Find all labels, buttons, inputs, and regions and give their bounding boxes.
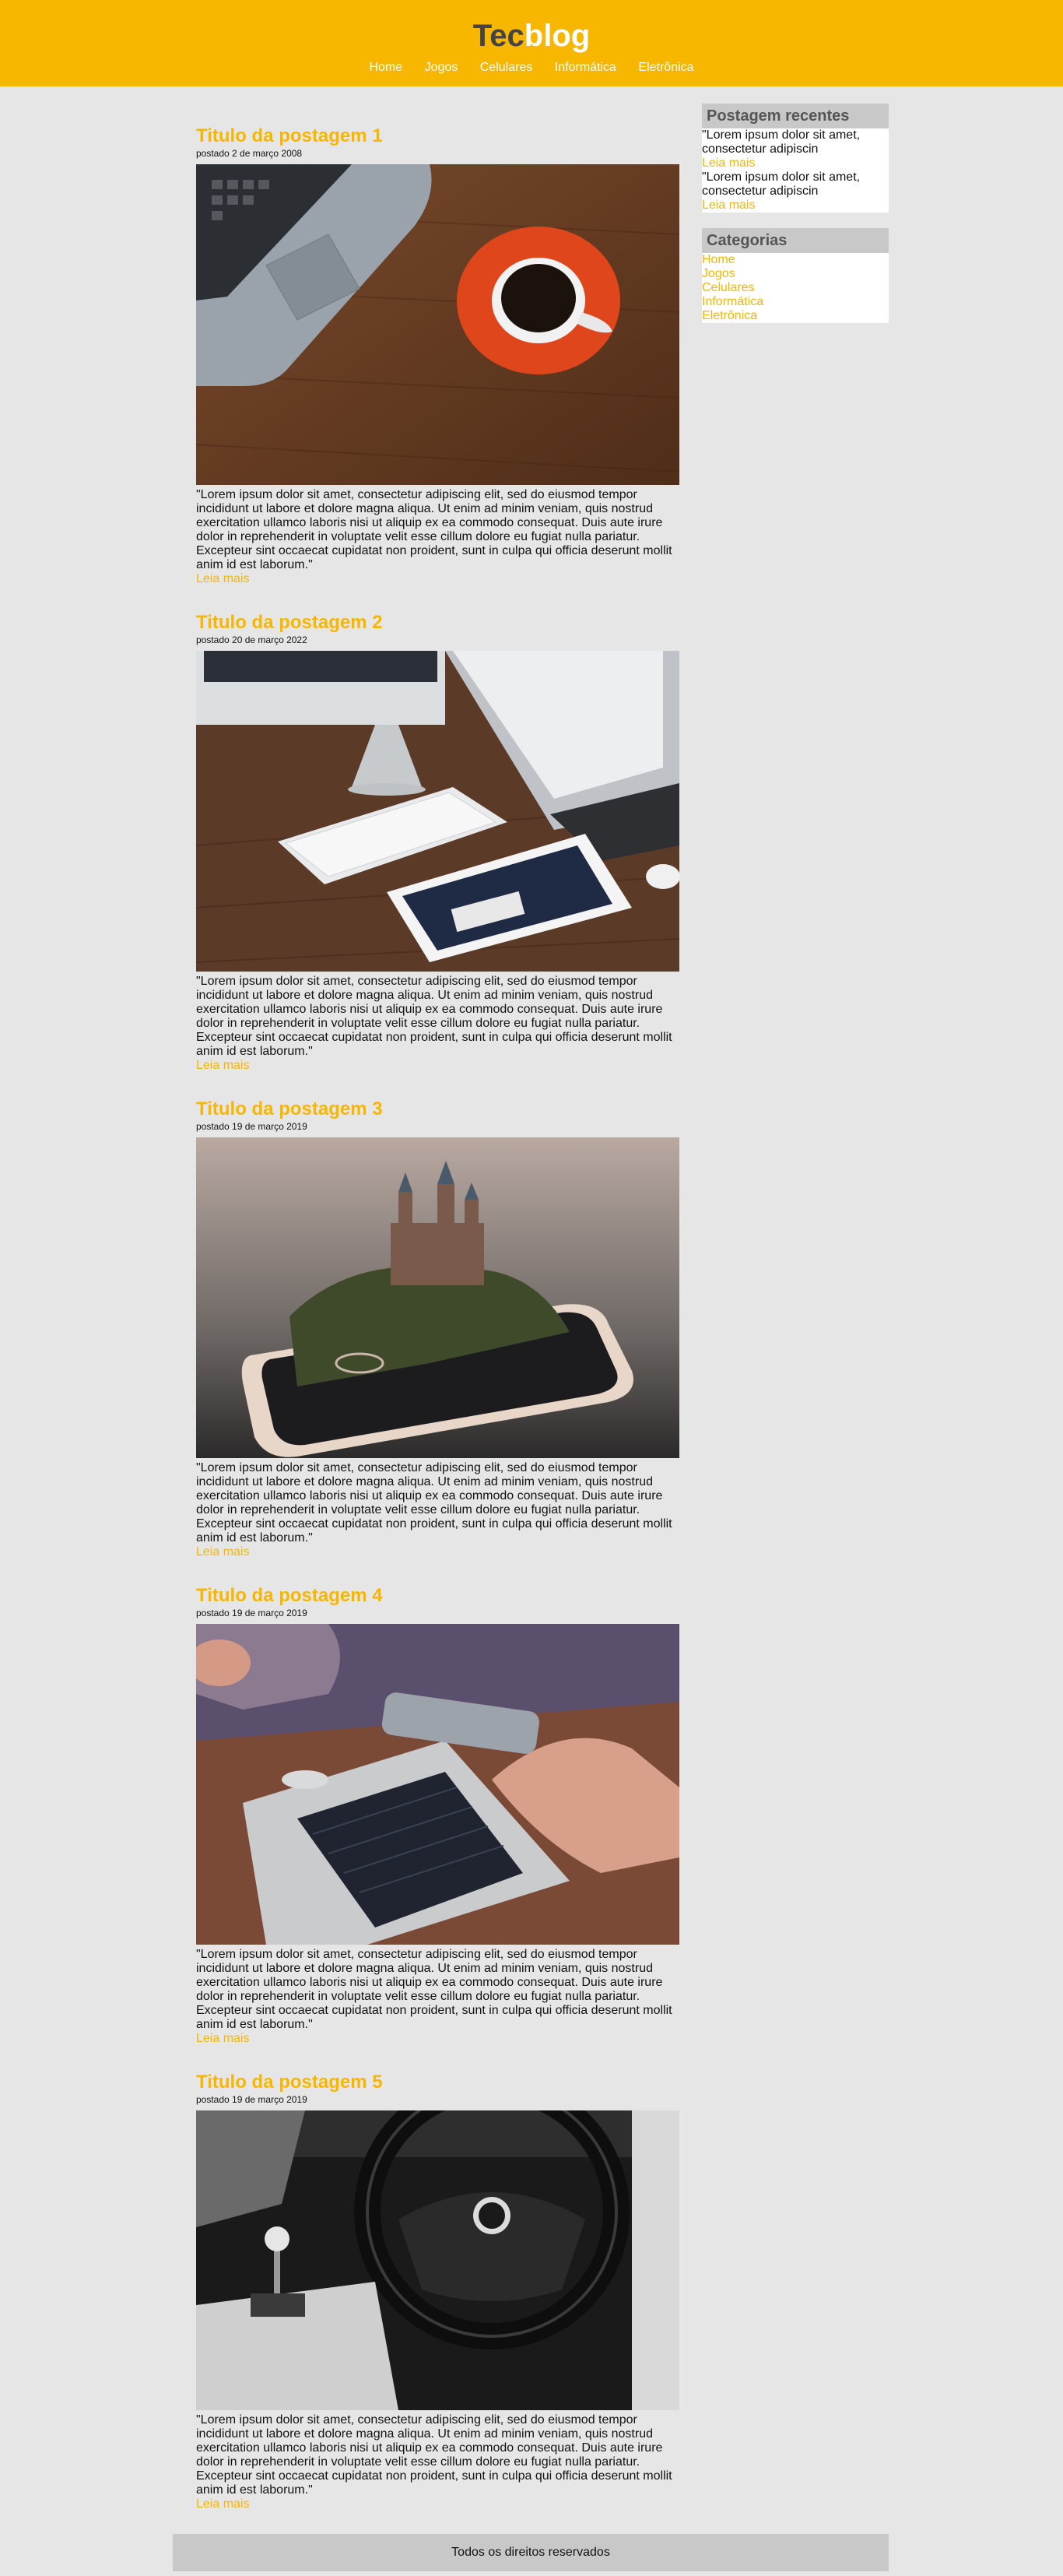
category-eletronica[interactable]: Eletrônica: [702, 309, 889, 323]
post-excerpt: "Lorem ipsum dolor sit amet, consectetur…: [196, 975, 672, 1058]
read-more-link[interactable]: Leia mais: [196, 2497, 679, 2511]
nav-jogos[interactable]: Jogos: [425, 61, 458, 74]
post-2: Titulo da postagem 2 postado 20 de março…: [196, 611, 679, 1073]
nav-informatica[interactable]: Informática: [555, 61, 616, 74]
post-excerpt: "Lorem ipsum dolor sit amet, consectetur…: [196, 2413, 672, 2497]
post-title[interactable]: Titulo da postagem 4: [196, 1584, 679, 1608]
read-more-link[interactable]: Leia mais: [196, 1545, 679, 1559]
site-header: Tecblog Home Jogos Celulares Informática…: [0, 0, 1063, 86]
post-4: Titulo da postagem 4 postado 19 de março…: [196, 1584, 679, 2046]
post-excerpt: "Lorem ipsum dolor sit amet, consectetur…: [196, 488, 672, 571]
post-date: postado 20 de março 2022: [196, 634, 307, 645]
nav-eletronica[interactable]: Eletrônica: [638, 61, 693, 74]
footer-copyright: Todos os direitos reservados: [451, 2546, 610, 2559]
post-date: postado 19 de março 2019: [196, 1608, 307, 1618]
post-date: postado 19 de março 2019: [196, 2094, 307, 2105]
recent-post-excerpt: "Lorem ipsum dolor sit amet, consectetur…: [702, 128, 861, 156]
post-image-imac-devices: [196, 651, 679, 972]
post-excerpt: "Lorem ipsum dolor sit amet, consectetur…: [196, 1948, 672, 2031]
recent-posts-widget: Postagem recentes "Lorem ipsum dolor sit…: [702, 104, 889, 213]
read-more-link[interactable]: Leia mais: [196, 1059, 679, 1073]
post-title[interactable]: Titulo da postagem 2: [196, 611, 679, 634]
post-image-hand-phone-laptop: [196, 1624, 679, 1945]
post-title[interactable]: Titulo da postagem 5: [196, 2071, 679, 2094]
post-1: Titulo da postagem 1 postado 2 de março …: [196, 125, 679, 586]
categories-widget: Categorias Home Jogos Celulares Informát…: [702, 228, 889, 323]
category-jogos[interactable]: Jogos: [702, 267, 889, 281]
post-5: Titulo da postagem 5 postado 19 de março…: [196, 2071, 679, 2511]
recent-read-more-link[interactable]: Leia mais: [702, 156, 889, 170]
widget-title: Postagem recentes: [702, 104, 889, 128]
nav-celulares[interactable]: Celulares: [480, 61, 533, 74]
widget-title: Categorias: [702, 228, 889, 253]
nav-home[interactable]: Home: [369, 61, 402, 74]
post-date: postado 2 de março 2008: [196, 148, 303, 159]
category-home[interactable]: Home: [702, 253, 889, 267]
post-image-phone-castle: [196, 1137, 679, 1458]
main-nav: Home Jogos Celulares Informática Eletrôn…: [0, 60, 1063, 76]
logo-part-1: Tec: [472, 19, 524, 53]
category-celulares[interactable]: Celulares: [702, 281, 889, 295]
logo-part-2: blog: [524, 19, 591, 53]
recent-post-excerpt: "Lorem ipsum dolor sit amet, consectetur…: [702, 170, 861, 198]
read-more-link[interactable]: Leia mais: [196, 572, 679, 586]
post-3: Titulo da postagem 3 postado 19 de março…: [196, 1098, 679, 1559]
recent-read-more-link[interactable]: Leia mais: [702, 199, 889, 213]
read-more-link[interactable]: Leia mais: [196, 2032, 679, 2046]
site-footer: Todos os direitos reservados: [173, 2534, 889, 2571]
post-title[interactable]: Titulo da postagem 1: [196, 125, 679, 148]
post-image-car-interior: [196, 2110, 679, 2410]
sidebar: Postagem recentes "Lorem ipsum dolor sit…: [702, 104, 889, 339]
post-title[interactable]: Titulo da postagem 3: [196, 1098, 679, 1121]
site-logo[interactable]: Tecblog: [0, 17, 1063, 54]
category-informatica[interactable]: Informática: [702, 295, 889, 309]
post-date: postado 19 de março 2019: [196, 1121, 307, 1132]
post-image-laptop-coffee: [196, 164, 679, 485]
post-excerpt: "Lorem ipsum dolor sit amet, consectetur…: [196, 1461, 672, 1545]
